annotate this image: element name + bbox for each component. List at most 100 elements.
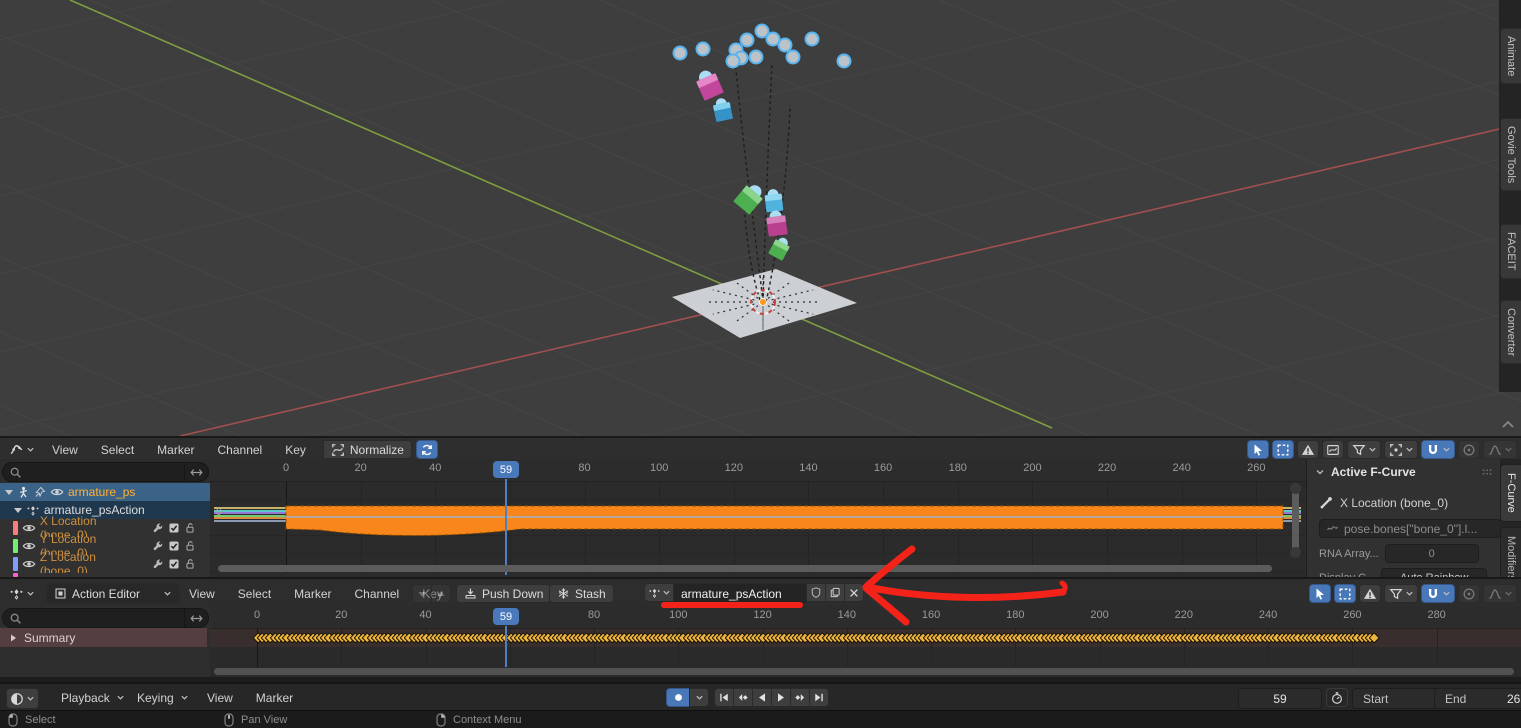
particle-sphere[interactable] bbox=[727, 55, 740, 68]
box-select-button[interactable] bbox=[1334, 584, 1356, 603]
auto-rainbow-button[interactable]: Auto Rainbow bbox=[1381, 568, 1487, 577]
particle-sphere[interactable] bbox=[838, 55, 851, 68]
action-browse-dropdown[interactable] bbox=[644, 583, 674, 602]
collapse-triangle-icon[interactable] bbox=[14, 508, 22, 513]
dope-ruler[interactable]: 0204080100120140160180200220240260280 bbox=[210, 606, 1521, 629]
modifier-wrench-icon[interactable] bbox=[152, 540, 164, 552]
graph-vertical-scrollbar[interactable] bbox=[1292, 487, 1299, 553]
fake-user-shield-button[interactable] bbox=[806, 583, 826, 602]
modifier-wrench-icon[interactable] bbox=[152, 522, 164, 534]
viewport-tab-animate[interactable]: Animate bbox=[1500, 28, 1521, 84]
mute-checkbox-icon[interactable] bbox=[168, 540, 180, 552]
unlink-action-button[interactable] bbox=[844, 583, 864, 602]
channel-row-armature-ps[interactable]: armature_ps bbox=[0, 483, 210, 502]
panel-header-active-fcurve[interactable]: Active F-Curve bbox=[1315, 465, 1495, 479]
summary-channel-row[interactable]: Summary bbox=[0, 628, 207, 647]
falloff-button[interactable] bbox=[1483, 440, 1517, 459]
particle-sphere[interactable] bbox=[697, 43, 710, 56]
dope-channel-search[interactable] bbox=[2, 608, 209, 628]
particle-sphere[interactable] bbox=[779, 39, 792, 52]
jump-start-button[interactable] bbox=[714, 688, 734, 707]
end-frame-field[interactable]: End 265 bbox=[1434, 688, 1521, 709]
stash-button[interactable]: Stash bbox=[549, 584, 614, 603]
eye-icon[interactable] bbox=[22, 521, 36, 535]
triangle-right-icon[interactable] bbox=[8, 633, 18, 643]
ghost-curves-button[interactable] bbox=[1322, 440, 1344, 459]
graph-plot-area[interactable]: 0 0204080100120140160180200220240260 59 bbox=[210, 459, 1306, 577]
prev-keyframe-button[interactable] bbox=[733, 688, 753, 707]
menu-view[interactable]: View bbox=[204, 691, 236, 705]
dope-playhead-line[interactable] bbox=[505, 626, 507, 667]
viewport-tab-faceit[interactable]: FACEIT bbox=[1500, 224, 1521, 279]
play-reverse-button[interactable] bbox=[752, 688, 772, 707]
box-select-button[interactable] bbox=[1272, 440, 1294, 459]
viewport-tab-govie-tools[interactable]: Govie Tools bbox=[1500, 118, 1521, 191]
menu-select[interactable]: Select bbox=[98, 443, 137, 457]
filter-button[interactable] bbox=[1347, 440, 1381, 459]
rna-path-field[interactable]: pose.bones["bone_0"].l... bbox=[1319, 519, 1501, 538]
sidebar-tab-modifiers[interactable]: Modifiers bbox=[1500, 527, 1521, 577]
menu-key[interactable]: Key bbox=[282, 443, 309, 457]
menu-marker[interactable]: Marker bbox=[291, 587, 334, 601]
collapse-triangle-icon[interactable] bbox=[5, 490, 13, 495]
lock-open-icon[interactable] bbox=[184, 558, 196, 570]
region-corner-chevron-icon[interactable] bbox=[1500, 418, 1516, 430]
current-frame-field[interactable]: 59 bbox=[1238, 688, 1322, 709]
graph-playhead-frame[interactable]: 59 bbox=[493, 461, 519, 478]
frame-target-button[interactable] bbox=[1384, 440, 1418, 459]
eye-icon[interactable] bbox=[22, 557, 36, 571]
particle-sphere[interactable] bbox=[787, 51, 800, 64]
lock-open-icon[interactable] bbox=[184, 540, 196, 552]
mode-select[interactable]: Action Editor bbox=[46, 583, 180, 604]
auto-normalize-refresh-button[interactable] bbox=[416, 440, 438, 459]
particle-sphere[interactable] bbox=[674, 47, 687, 60]
particle-sphere[interactable] bbox=[767, 33, 780, 46]
falloff-button[interactable] bbox=[1483, 584, 1517, 603]
menu-select[interactable]: Select bbox=[235, 587, 274, 601]
particle-sphere[interactable] bbox=[741, 34, 754, 47]
modifier-wrench-icon[interactable] bbox=[152, 558, 164, 570]
playback-menu[interactable]: Playback bbox=[58, 688, 125, 707]
proportional-button[interactable] bbox=[1458, 584, 1480, 603]
dope-horizontal-scrollbar[interactable] bbox=[214, 668, 1514, 675]
normalize-button[interactable]: Normalize bbox=[323, 440, 412, 459]
graph-channel-search[interactable] bbox=[2, 462, 209, 482]
menu-channel[interactable]: Channel bbox=[215, 443, 266, 457]
particle-cube[interactable] bbox=[693, 67, 723, 101]
menu-marker[interactable]: Marker bbox=[253, 691, 296, 705]
scrollbar-knob-top[interactable] bbox=[1290, 483, 1301, 494]
mute-checkbox-icon[interactable] bbox=[168, 558, 180, 570]
move-channel-up-button[interactable] bbox=[431, 584, 451, 603]
emitter-origin[interactable] bbox=[760, 299, 767, 306]
action-name-field[interactable]: armature_psAction bbox=[673, 583, 807, 604]
use-preview-range-button[interactable] bbox=[1326, 688, 1348, 707]
eye-icon[interactable] bbox=[22, 539, 36, 553]
mute-checkbox-icon[interactable] bbox=[168, 522, 180, 534]
menu-marker[interactable]: Marker bbox=[154, 443, 197, 457]
cursor-button[interactable] bbox=[1309, 584, 1331, 603]
menu-channel[interactable]: Channel bbox=[352, 587, 403, 601]
dope-keyframe-area[interactable]: 0204080100120140160180200220240260280 59 bbox=[210, 606, 1521, 677]
sidebar-tab-f-curve[interactable]: F-Curve bbox=[1500, 464, 1521, 522]
particle-sphere[interactable] bbox=[806, 33, 819, 46]
auto-keying-record-button[interactable] bbox=[666, 688, 690, 707]
eye-icon[interactable] bbox=[50, 485, 64, 499]
keying-menu[interactable]: Keying bbox=[134, 688, 189, 707]
graph-ruler[interactable]: 0204080100120140160180200220240260 bbox=[210, 459, 1306, 482]
editor-type-button-graph[interactable] bbox=[5, 439, 39, 460]
editor-type-button-dopesheet[interactable] bbox=[5, 583, 39, 604]
particle-cube[interactable] bbox=[768, 235, 792, 261]
snap-magnet-button[interactable] bbox=[1421, 584, 1455, 603]
new-action-copy-button[interactable] bbox=[825, 583, 845, 602]
grip-dots-icon[interactable] bbox=[1481, 468, 1495, 476]
scrollbar-knob-bottom[interactable] bbox=[1290, 547, 1301, 558]
expand-search-icon[interactable] bbox=[190, 466, 203, 479]
menu-view[interactable]: View bbox=[186, 587, 218, 601]
channel-row-z-location[interactable]: Z Location (bone_0) bbox=[0, 555, 210, 574]
warning-button[interactable] bbox=[1359, 584, 1381, 603]
jump-end-button[interactable] bbox=[809, 688, 829, 707]
graph-playhead-line[interactable] bbox=[505, 479, 507, 575]
graph-horizontal-scrollbar[interactable] bbox=[218, 565, 1272, 572]
menu-view[interactable]: View bbox=[49, 443, 81, 457]
play-button[interactable] bbox=[771, 688, 791, 707]
